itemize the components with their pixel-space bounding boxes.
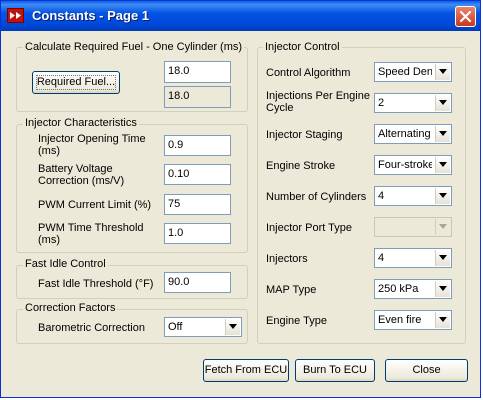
chevron-down-icon[interactable]	[225, 319, 240, 335]
close-icon	[459, 10, 472, 23]
injector-staging-label: Injector Staging	[266, 129, 343, 141]
map-type-value: 250 kPa	[378, 283, 419, 295]
chevron-down-icon[interactable]	[435, 188, 450, 204]
barometric-correction-value: Off	[168, 321, 183, 333]
title-bar[interactable]: Constants - Page 1	[1, 1, 480, 31]
number-of-cylinders-label: Number of Cylinders	[266, 191, 367, 203]
control-algorithm-label: Control Algorithm	[266, 67, 351, 79]
engine-stroke-select[interactable]: Four-stroke	[374, 155, 452, 175]
barometric-correction-label: Barometric Correction	[38, 322, 145, 334]
injectors-value: 4	[378, 252, 385, 264]
chevron-down-icon[interactable]	[435, 64, 450, 80]
app-icon	[7, 8, 24, 23]
chevron-down-icon[interactable]	[435, 312, 450, 328]
required-fuel-button[interactable]: Required Fuel...	[32, 71, 120, 94]
window-title: Constants - Page 1	[32, 8, 150, 23]
fast-idle-threshold-input[interactable]: 90.0	[164, 272, 231, 293]
chevron-down-icon[interactable]	[435, 95, 450, 111]
battery-correction-label: Battery Voltage Correction (ms/V)	[38, 163, 125, 187]
injections-per-cycle-label: Injections Per Engine Cycle	[266, 90, 370, 114]
required-fuel-button-label: Required Fuel...	[36, 76, 116, 88]
constants-dialog: Constants - Page 1 Calculate Required Fu…	[0, 0, 481, 398]
required-fuel-legend: Calculate Required Fuel - One Cylinder (…	[23, 41, 245, 54]
close-button[interactable]: Close	[385, 359, 468, 382]
engine-type-select[interactable]: Even fire	[374, 310, 452, 330]
close-window-button[interactable]	[455, 6, 476, 27]
number-of-cylinders-select[interactable]: 4	[374, 186, 452, 206]
number-of-cylinders-value: 4	[378, 190, 385, 202]
injections-per-cycle-value: 2	[378, 97, 385, 109]
opening-time-input[interactable]: 0.9	[164, 135, 231, 156]
map-type-label: MAP Type	[266, 284, 317, 296]
opening-time-label: Injector Opening Time (ms)	[38, 133, 146, 157]
injections-per-cycle-select[interactable]: 2	[374, 93, 452, 113]
chevron-down-icon[interactable]	[435, 126, 450, 142]
fetch-from-ecu-button[interactable]: Fetch From ECU	[203, 359, 289, 382]
barometric-correction-select[interactable]: Off	[164, 317, 242, 337]
pwm-threshold-label: PWM Time Threshold (ms)	[38, 222, 144, 246]
chevron-down-icon	[435, 219, 450, 235]
pwm-limit-input[interactable]: 75	[164, 194, 231, 215]
pwm-threshold-input[interactable]: 1.0	[164, 223, 231, 244]
engine-type-label: Engine Type	[266, 315, 327, 327]
control-algorithm-select[interactable]: Speed Density	[374, 62, 452, 82]
injectors-select[interactable]: 4	[374, 248, 452, 268]
injector-port-type-label: Injector Port Type	[266, 222, 353, 234]
pwm-limit-label: PWM Current Limit (%)	[38, 199, 152, 211]
injector-characteristics-legend: Injector Characteristics	[23, 117, 139, 130]
injector-port-type-select	[374, 217, 452, 237]
injector-staging-select[interactable]: Alternating	[374, 124, 452, 144]
engine-stroke-value: Four-stroke	[378, 159, 432, 171]
correction-factors-legend: Correction Factors	[23, 302, 118, 315]
chevron-down-icon[interactable]	[435, 281, 450, 297]
required-fuel-input[interactable]: 18.0	[164, 61, 231, 83]
fast-idle-legend: Fast Idle Control	[23, 258, 108, 271]
chevron-down-icon[interactable]	[435, 250, 450, 266]
map-type-select[interactable]: 250 kPa	[374, 279, 452, 299]
battery-correction-input[interactable]: 0.10	[164, 164, 231, 185]
injector-control-legend: Injector Control	[263, 41, 342, 54]
engine-type-value: Even fire	[378, 314, 422, 326]
control-algorithm-value: Speed Density	[378, 66, 432, 78]
injector-staging-value: Alternating	[378, 128, 431, 140]
required-fuel-readout: 18.0	[164, 86, 231, 108]
engine-stroke-label: Engine Stroke	[266, 160, 336, 172]
injectors-label: Injectors	[266, 253, 308, 265]
fast-idle-threshold-label: Fast Idle Threshold (°F)	[38, 278, 154, 290]
burn-to-ecu-button[interactable]: Burn To ECU	[295, 359, 375, 382]
chevron-down-icon[interactable]	[435, 157, 450, 173]
